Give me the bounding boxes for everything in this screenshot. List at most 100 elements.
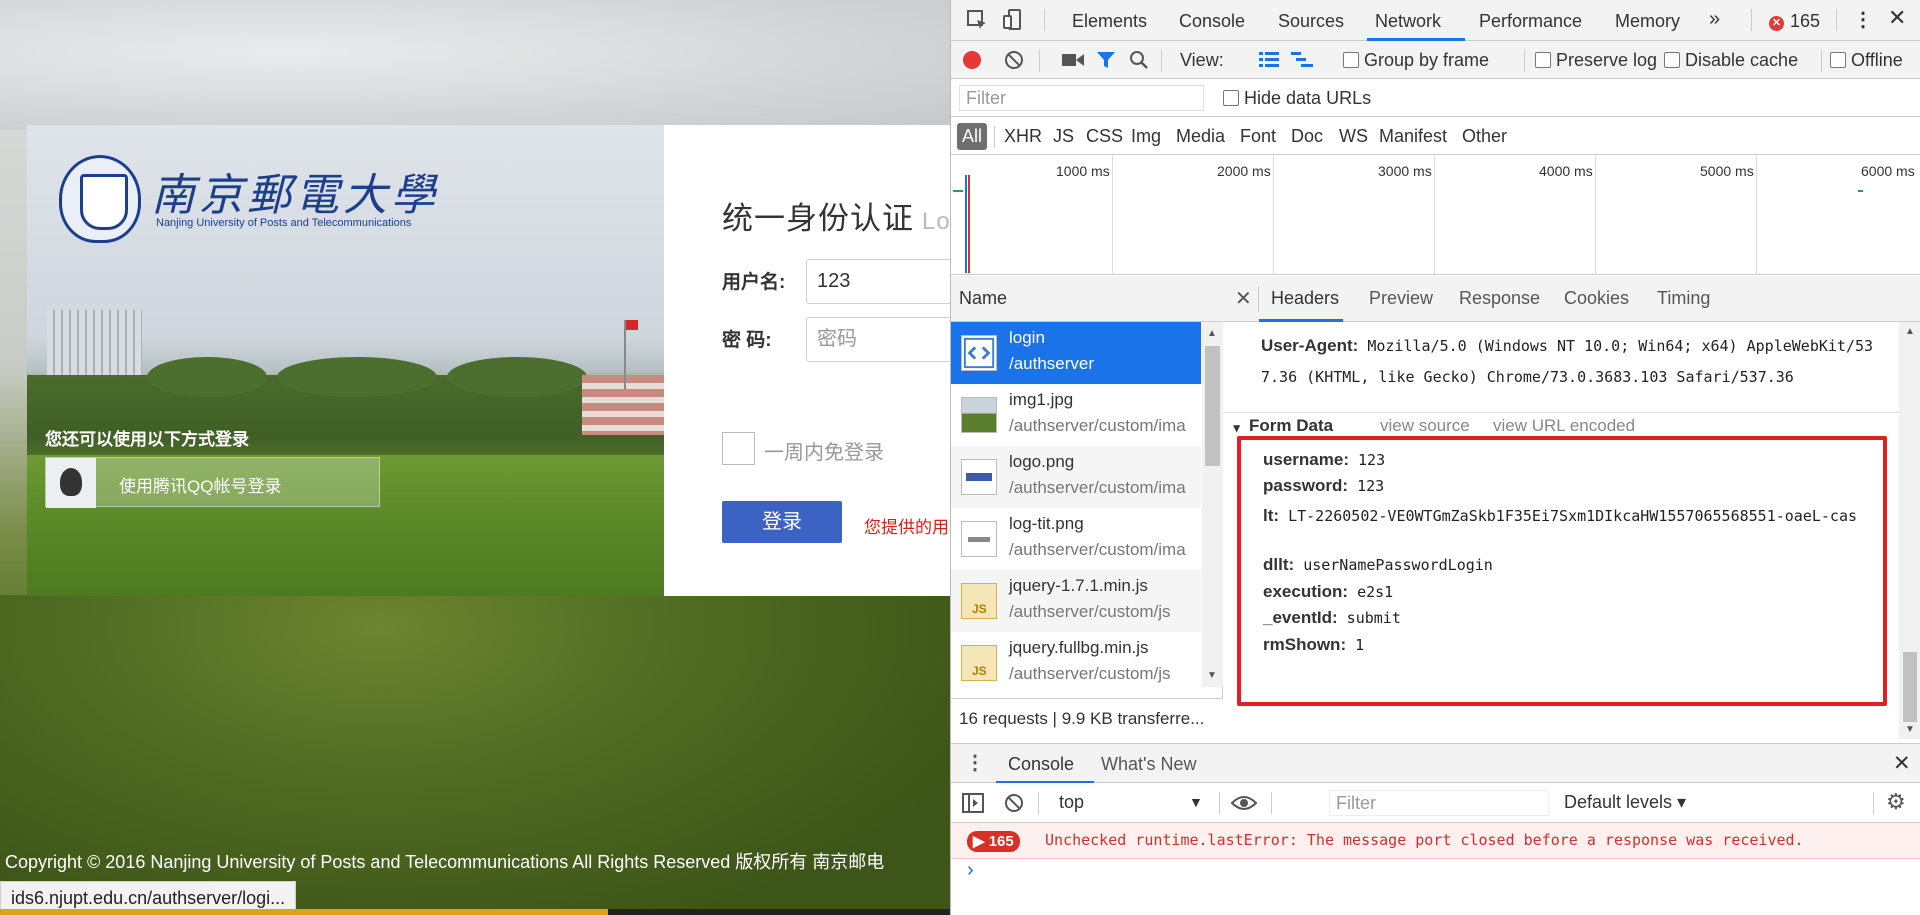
form-title-text: 统一身份认证: [722, 201, 914, 236]
capture-screenshots-icon[interactable]: [1062, 52, 1084, 68]
type-filter-other[interactable]: Other: [1462, 126, 1507, 147]
tab-elements[interactable]: Elements: [1072, 11, 1147, 32]
filter-icon[interactable]: [1096, 50, 1116, 70]
request-row-jquery[interactable]: JS jquery-1.7.1.min.js /authserver/custo…: [951, 570, 1201, 632]
inspect-element-icon[interactable]: [965, 8, 989, 32]
group-by-frame-toggle[interactable]: Group by frame: [1343, 50, 1489, 71]
type-filter-all[interactable]: All: [957, 123, 987, 150]
scroll-up-arrow-icon[interactable]: ▲: [1207, 328, 1217, 339]
tab-console[interactable]: Console: [1179, 11, 1245, 32]
customize-menu-icon[interactable]: ⋮: [1853, 7, 1873, 32]
tab-sources[interactable]: Sources: [1278, 11, 1344, 32]
type-filter-font[interactable]: Font: [1240, 126, 1276, 147]
password-input[interactable]: 密码: [806, 317, 950, 362]
error-count: 165: [1790, 11, 1821, 31]
hide-data-urls-checkbox[interactable]: [1223, 90, 1239, 106]
preserve-log-toggle[interactable]: Preserve log: [1525, 50, 1657, 71]
close-devtools-icon[interactable]: ✕: [1888, 5, 1906, 31]
group-by-frame-checkbox[interactable]: [1343, 52, 1359, 68]
detail-scroll-thumb[interactable]: [1903, 652, 1917, 722]
console-settings-gear-icon[interactable]: ⚙: [1886, 789, 1906, 815]
more-tabs-icon[interactable]: »: [1709, 8, 1720, 31]
close-detail-icon[interactable]: ✕: [1235, 286, 1252, 311]
image-icon: [961, 459, 997, 495]
scroll-up-arrow-icon[interactable]: ▲: [1905, 326, 1915, 337]
tab-network[interactable]: Network: [1375, 11, 1441, 32]
qq-login-button[interactable]: 使用腾讯QQ帐号登录: [45, 457, 380, 508]
detail-tab-cookies[interactable]: Cookies: [1564, 288, 1629, 309]
clear-console-icon[interactable]: [1004, 793, 1024, 813]
disable-cache-toggle[interactable]: Disable cache: [1664, 50, 1798, 71]
network-overview-timeline[interactable]: 1000 ms 2000 ms 3000 ms 4000 ms 5000 ms …: [951, 155, 1920, 275]
console-context-select[interactable]: top ▼: [1059, 792, 1203, 813]
large-rows-icon[interactable]: [1259, 52, 1279, 68]
type-filter-manifest[interactable]: Manifest: [1379, 126, 1447, 147]
console-toolbar: top ▼ Filter Default levels ▾ ⚙: [951, 783, 1920, 823]
remember-me-checkbox[interactable]: [722, 432, 755, 465]
image-icon: [961, 397, 997, 433]
offline-checkbox[interactable]: [1830, 52, 1846, 68]
drawer-tab-whats-new[interactable]: What's New: [1101, 754, 1196, 775]
scroll-down-arrow-icon[interactable]: ▼: [1207, 670, 1217, 681]
name-column-header[interactable]: Name: [951, 276, 1223, 322]
network-filter-input[interactable]: Filter: [959, 85, 1204, 111]
login-button[interactable]: 登录: [722, 501, 842, 543]
type-filter-img[interactable]: Img: [1131, 126, 1161, 147]
console-error-text[interactable]: Unchecked runtime.lastError: The message…: [1045, 831, 1804, 849]
tab-memory[interactable]: Memory: [1615, 11, 1680, 32]
hide-data-urls-toggle[interactable]: Hide data URLs: [1223, 88, 1371, 109]
request-row-jquery-fullbg[interactable]: JS jquery.fullbg.min.js /authserver/cust…: [951, 632, 1201, 694]
detail-scrollbar[interactable]: ▲ ▼: [1899, 322, 1920, 739]
type-filter-js[interactable]: JS: [1053, 126, 1074, 147]
detail-tab-response[interactable]: Response: [1459, 288, 1540, 309]
view-source-link[interactable]: view source: [1380, 416, 1470, 436]
timeline-tick: 6000 ms: [1861, 163, 1915, 179]
detail-tab-timing[interactable]: Timing: [1657, 288, 1710, 309]
view-url-encoded-link[interactable]: view URL encoded: [1493, 416, 1635, 436]
live-expression-eye-icon[interactable]: [1231, 794, 1257, 812]
type-filter-xhr[interactable]: XHR: [1004, 126, 1042, 147]
drawer-menu-icon[interactable]: ⋮: [965, 750, 985, 775]
form-data-highlight-box: username: 123 password: 123 lt: LT-22605…: [1237, 436, 1887, 706]
username-input[interactable]: 123: [806, 259, 950, 304]
detail-tab-headers[interactable]: Headers: [1271, 288, 1339, 309]
request-list-scrollbar[interactable]: ▲ ▼: [1202, 322, 1223, 687]
tab-performance[interactable]: Performance: [1479, 11, 1582, 32]
page-load-progress: [0, 909, 950, 915]
drawer-tab-console[interactable]: Console: [1008, 754, 1074, 775]
expand-arrow-icon[interactable]: ▶: [973, 833, 985, 850]
form-field-value: submit: [1346, 609, 1401, 627]
waterfall-overview-icon[interactable]: [1291, 52, 1313, 68]
request-path: /authserver/custom/js: [1009, 602, 1171, 621]
remember-me-label: 一周内免登录: [764, 442, 884, 464]
headers-content: User-Agent: Mozilla/5.0 (Windows NT 10.0…: [1223, 322, 1899, 739]
collapse-triangle-icon[interactable]: ▼: [1233, 421, 1240, 435]
type-filter-ws[interactable]: WS: [1339, 126, 1368, 147]
device-toolbar-icon[interactable]: [1001, 8, 1025, 32]
type-filter-css[interactable]: CSS: [1086, 126, 1123, 147]
offline-label: Offline: [1851, 50, 1903, 70]
request-row-log-tit[interactable]: log-tit.png /authserver/custom/ima: [951, 508, 1201, 570]
clear-icon[interactable]: [1004, 50, 1024, 70]
search-icon[interactable]: [1129, 50, 1149, 70]
preserve-log-checkbox[interactable]: [1535, 52, 1551, 68]
record-icon[interactable]: [963, 51, 981, 69]
type-filter-doc[interactable]: Doc: [1291, 126, 1323, 147]
request-list-scroll-thumb[interactable]: [1205, 346, 1220, 466]
form-field-key: password:: [1263, 476, 1349, 495]
request-row-logo[interactable]: logo.png /authserver/custom/ima: [951, 446, 1201, 508]
type-filter-media[interactable]: Media: [1176, 126, 1225, 147]
request-row-login[interactable]: login /authserver: [951, 322, 1201, 384]
show-console-sidebar-icon[interactable]: [962, 793, 984, 813]
close-drawer-icon[interactable]: ✕: [1893, 751, 1911, 776]
detail-tab-preview[interactable]: Preview: [1369, 288, 1433, 309]
request-row-img1[interactable]: img1.jpg /authserver/custom/ima: [951, 384, 1201, 446]
console-filter-input[interactable]: Filter: [1329, 790, 1549, 816]
offline-toggle[interactable]: Offline: [1830, 50, 1903, 71]
disable-cache-checkbox[interactable]: [1664, 52, 1680, 68]
scroll-down-arrow-icon[interactable]: ▼: [1905, 724, 1915, 735]
console-prompt[interactable]: ›: [951, 859, 1920, 915]
form-field-key: username:: [1263, 450, 1349, 469]
log-levels-select[interactable]: Default levels ▾: [1564, 792, 1686, 813]
error-count-badge[interactable]: ✕ 165: [1769, 11, 1820, 32]
